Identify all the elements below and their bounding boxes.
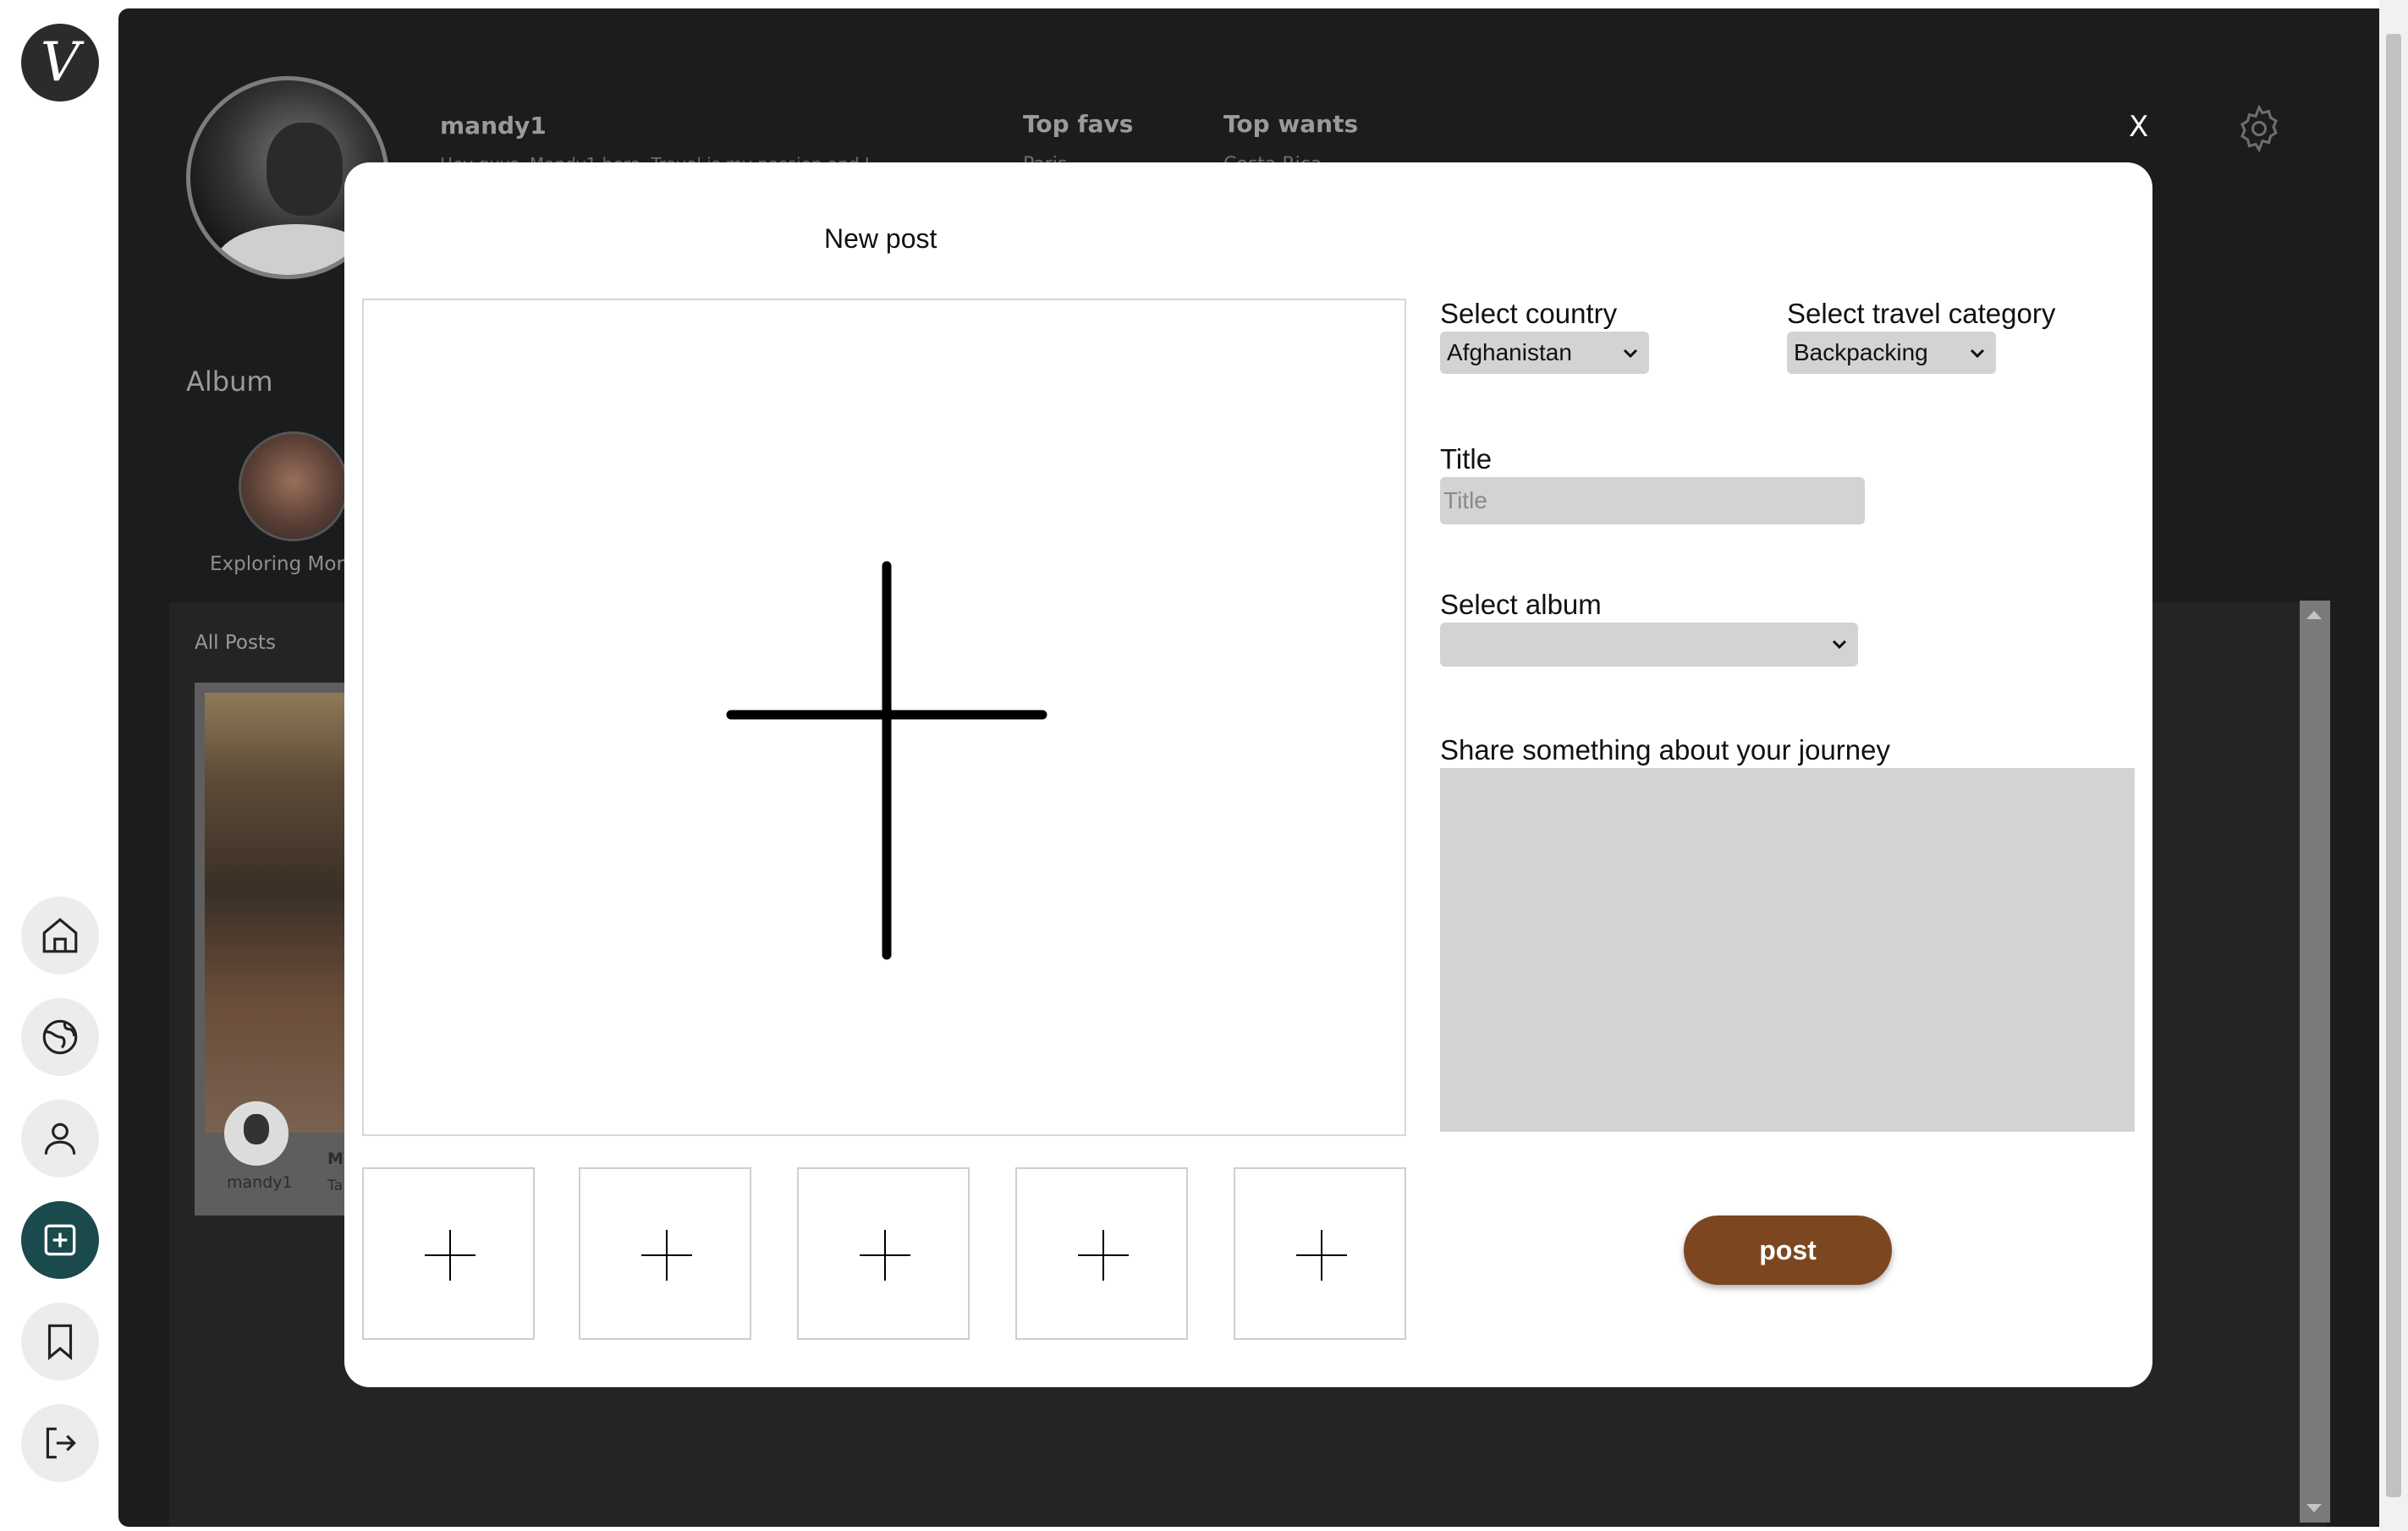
title-label: Title xyxy=(1440,443,1493,475)
image-slot-4[interactable] xyxy=(1015,1167,1188,1340)
post-button[interactable]: post xyxy=(1684,1215,1892,1285)
gear-icon[interactable] xyxy=(2234,103,2284,154)
post-image xyxy=(205,693,364,1133)
logout-nav-button[interactable] xyxy=(21,1404,99,1482)
home-icon xyxy=(42,918,78,953)
chevron-down-icon xyxy=(1832,639,1847,650)
close-button[interactable]: X xyxy=(2129,110,2148,144)
country-select[interactable]: Afghanistan xyxy=(1440,332,1649,374)
top-wants-heading: Top wants xyxy=(1223,110,1359,138)
new-post-modal: New post Select country Afghanistan Sele… xyxy=(344,162,2152,1387)
explore-nav-button[interactable] xyxy=(21,998,99,1076)
plus-icon xyxy=(425,1230,476,1281)
album-label: Select album xyxy=(1440,589,1602,620)
image-slot-1[interactable] xyxy=(362,1167,535,1340)
plus-icon xyxy=(860,1230,910,1281)
post-author-avatar xyxy=(224,1101,289,1166)
journey-label: Share something about your journey xyxy=(1440,734,1890,766)
image-slot-2[interactable] xyxy=(579,1167,751,1340)
image-slot-5[interactable] xyxy=(1234,1167,1406,1340)
globe-icon xyxy=(42,1019,78,1055)
user-icon xyxy=(44,1122,76,1155)
title-input[interactable] xyxy=(1440,477,1865,524)
all-posts-label: All Posts xyxy=(195,632,276,654)
modal-title: New post xyxy=(824,223,937,254)
album-select[interactable] xyxy=(1440,623,1858,667)
sidebar: V xyxy=(0,0,118,1531)
home-nav-button[interactable] xyxy=(21,897,99,974)
scroll-down-arrow-icon[interactable] xyxy=(2306,1504,2322,1512)
plus-icon xyxy=(1078,1230,1129,1281)
plus-icon xyxy=(641,1230,692,1281)
post-card[interactable]: mandy1 Mo Ta xyxy=(195,683,364,1215)
large-plus-icon xyxy=(726,561,1047,960)
new-post-nav-button[interactable] xyxy=(21,1201,99,1279)
country-label: Select country xyxy=(1440,298,1618,329)
category-select-value: Backpacking xyxy=(1794,339,1928,365)
chevron-down-icon xyxy=(1970,348,1985,359)
profile-nav-button[interactable] xyxy=(21,1100,99,1177)
post-subtitle-fragment: Ta xyxy=(327,1177,343,1194)
main-image-upload[interactable] xyxy=(362,299,1406,1136)
window-scrollbar-thumb[interactable] xyxy=(2386,34,2401,1497)
category-label: Select travel category xyxy=(1787,298,2056,329)
album-name: Exploring Moro xyxy=(210,553,356,575)
logout-icon xyxy=(46,1427,76,1459)
post-author-name: mandy1 xyxy=(227,1173,293,1192)
chevron-down-icon xyxy=(1623,348,1638,359)
app-logo[interactable]: V xyxy=(21,24,99,102)
saved-nav-button[interactable] xyxy=(21,1303,99,1380)
posts-scrollbar[interactable] xyxy=(2300,601,2330,1523)
top-favs-heading: Top favs xyxy=(1023,110,1134,138)
scroll-up-arrow-icon[interactable] xyxy=(2306,611,2322,619)
profile-username: mandy1 xyxy=(440,112,547,140)
bookmark-icon xyxy=(47,1324,73,1361)
country-select-value: Afghanistan xyxy=(1447,339,1572,365)
journey-textarea[interactable] xyxy=(1440,768,2135,1132)
plus-square-icon xyxy=(44,1224,76,1256)
album-heading: Album xyxy=(186,365,273,398)
window-scrollbar[interactable] xyxy=(2379,0,2408,1531)
album-thumbnail[interactable] xyxy=(239,431,349,541)
image-slot-3[interactable] xyxy=(797,1167,970,1340)
plus-icon xyxy=(1296,1230,1347,1281)
category-select[interactable]: Backpacking xyxy=(1787,332,1996,374)
